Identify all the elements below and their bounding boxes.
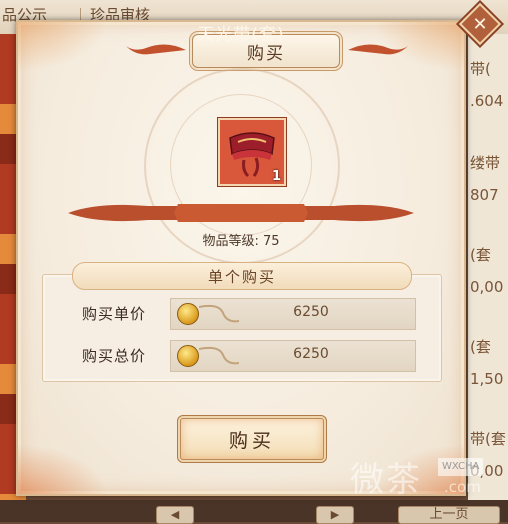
unit-price-field: 6250 xyxy=(170,298,416,330)
bg-list-cell: 0,00 xyxy=(470,278,504,296)
bg-list-cell: .604 xyxy=(470,92,504,110)
total-price-label: 购买总价 xyxy=(82,347,147,365)
item-quantity: 1 xyxy=(271,169,281,184)
gold-coin-icon xyxy=(177,303,199,325)
total-price-field: 6250 xyxy=(170,340,416,372)
purchase-dialog: 购买 1 天光带(套) 物品等级: 75 单个购买 购买单价 6250 购买总价… xyxy=(16,20,466,496)
bg-list-cell: 带( xyxy=(470,60,491,78)
item-name-banner xyxy=(68,204,414,222)
close-button[interactable]: ✕ xyxy=(458,2,502,46)
coin-swoosh-ornament xyxy=(199,304,239,323)
total-price-value: 6250 xyxy=(293,346,329,362)
buy-button[interactable]: 购买 xyxy=(180,418,324,460)
item-level: 物品等级: 75 xyxy=(202,234,280,249)
prev-arrow-button[interactable]: ◀ xyxy=(156,506,194,524)
bg-list-cell: 1,50 xyxy=(470,370,504,388)
bg-list-cell: 带(套 xyxy=(470,430,506,448)
bg-list-cell: (套 xyxy=(470,338,491,356)
item-name: 天光带(套) xyxy=(197,25,285,45)
bg-list-cell: 缕带 xyxy=(470,154,501,172)
unit-price-value: 6250 xyxy=(293,304,329,320)
prev-page-button[interactable]: 上一页 xyxy=(398,506,500,524)
watermark-domain: .com xyxy=(444,478,481,496)
section-title: 单个购买 xyxy=(72,262,412,290)
next-arrow-button[interactable]: ▶ xyxy=(316,506,354,524)
unit-price-label: 购买单价 xyxy=(82,305,147,323)
bg-list-cell: (套 xyxy=(470,246,491,264)
corner-ornament xyxy=(18,444,108,494)
bg-list-cell: 807 xyxy=(470,186,499,204)
item-icon-slot[interactable]: 1 xyxy=(218,118,286,186)
watermark-tag: WXCHA xyxy=(438,458,484,476)
gold-coin-icon xyxy=(177,345,199,367)
watermark-logo: 微茶 xyxy=(350,460,422,500)
close-x-icon: ✕ xyxy=(472,13,488,35)
coin-swoosh-ornament xyxy=(199,346,239,365)
